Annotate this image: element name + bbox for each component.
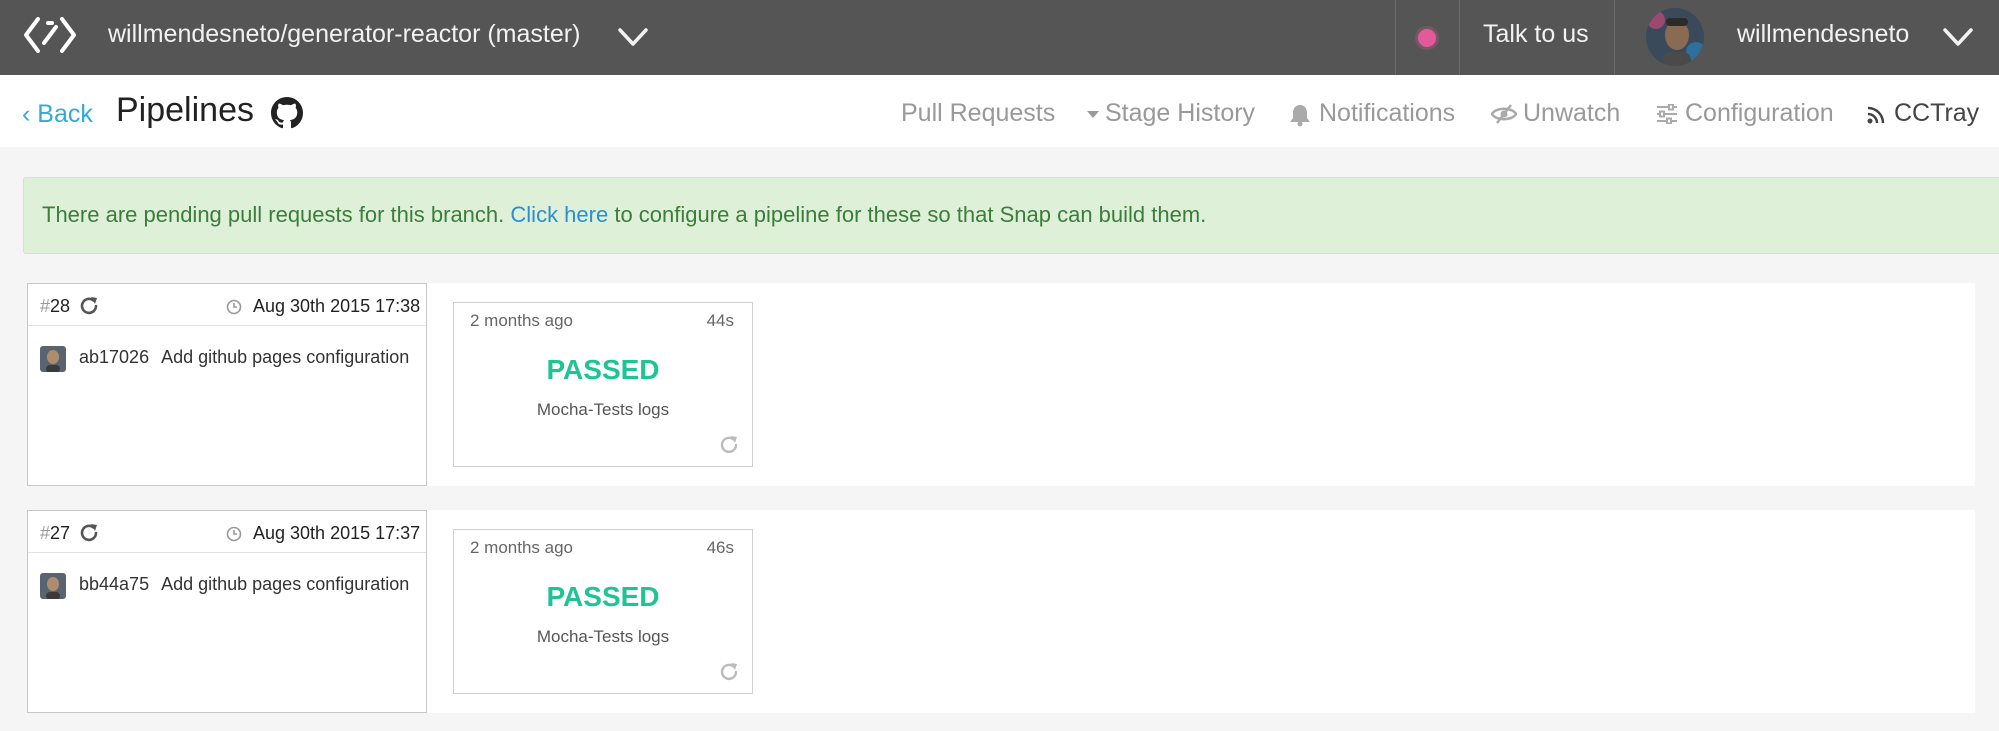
banner-message: There are pending pull requests for this… xyxy=(42,202,1206,228)
sub-header: ‹ Back Pipelines Pull Requests Stage His… xyxy=(0,75,1999,147)
build-date: Aug 30th 2015 17:37 xyxy=(253,523,421,543)
build-date: Aug 30th 2015 17:38 xyxy=(253,296,421,316)
snap-logo-icon[interactable] xyxy=(22,13,78,57)
commit-info: bb44a75 Add github pages configuration xyxy=(79,574,409,595)
commit-sha[interactable]: bb44a75 xyxy=(79,574,149,594)
build-card[interactable]: #27 Aug 30th 2015 17:37 bb44a75 Add githu… xyxy=(27,510,427,713)
repo-branch-selector[interactable]: willmendesneto/generator-reactor (master… xyxy=(108,20,580,49)
pending-pr-banner: There are pending pull requests for this… xyxy=(23,177,1999,254)
status-indicator-dot xyxy=(1418,29,1436,47)
rerun-stage-icon[interactable] xyxy=(718,661,740,683)
commit-info: ab17026 Add github pages configuration xyxy=(79,347,409,368)
bell-icon xyxy=(1290,105,1310,127)
notifications-link[interactable]: Notifications xyxy=(1319,99,1455,128)
back-link[interactable]: ‹ Back xyxy=(22,100,93,129)
talk-to-us-button[interactable]: Talk to us xyxy=(1483,20,1589,49)
rss-icon xyxy=(1867,106,1885,124)
eye-slash-icon xyxy=(1491,104,1517,124)
topbar-divider xyxy=(1614,0,1615,75)
stage-logs-link[interactable]: Mocha-Tests logs xyxy=(454,627,752,647)
configure-pipeline-link[interactable]: Click here xyxy=(510,202,608,227)
stage-duration: 44s xyxy=(706,311,734,330)
build-card[interactable]: #28 Aug 30th 2015 17:38 ab17026 Add githu… xyxy=(27,283,427,486)
build-number[interactable]: #27 xyxy=(40,523,70,544)
avatar xyxy=(40,573,66,599)
build-number[interactable]: #28 xyxy=(40,296,70,317)
topbar-divider xyxy=(1395,0,1396,75)
chevron-left-icon: ‹ xyxy=(22,100,38,128)
stage-duration: 46s xyxy=(706,538,734,557)
commit-message: Add github pages configuration xyxy=(161,347,410,367)
chevron-down-icon[interactable] xyxy=(1941,24,1975,50)
pipeline-row: #28 Aug 30th 2015 17:38 ab17026 Add githu… xyxy=(27,283,1975,486)
stage-logs-link[interactable]: Mocha-Tests logs xyxy=(454,400,752,420)
stage-card[interactable]: 2 months ago 44s PASSED Mocha-Tests logs xyxy=(453,302,753,467)
build-card-header: #27 Aug 30th 2015 17:37 xyxy=(28,511,426,553)
configuration-link[interactable]: Configuration xyxy=(1685,99,1834,128)
clock-icon xyxy=(226,299,242,315)
avatar[interactable] xyxy=(1646,8,1704,66)
commit-message: Add github pages configuration xyxy=(161,574,410,594)
rerun-stage-icon[interactable] xyxy=(718,434,740,456)
back-label: Back xyxy=(37,100,93,128)
chevron-down-icon[interactable] xyxy=(616,24,650,50)
avatar xyxy=(40,346,66,372)
pull-requests-link[interactable]: Pull Requests xyxy=(901,99,1055,128)
username-label[interactable]: willmendesneto xyxy=(1737,20,1909,49)
stage-card[interactable]: 2 months ago 46s PASSED Mocha-Tests logs xyxy=(453,529,753,694)
page-title: Pipelines xyxy=(116,91,254,129)
stage-time-ago: 2 months ago xyxy=(470,311,574,330)
stage-status: PASSED xyxy=(546,581,660,612)
caret-down-icon xyxy=(1087,111,1099,118)
cctray-link[interactable]: CCTray xyxy=(1894,99,1979,128)
stage-status: PASSED xyxy=(546,354,660,385)
rebuild-icon[interactable] xyxy=(78,522,100,544)
rebuild-icon[interactable] xyxy=(78,295,100,317)
banner-text-after: to configure a pipeline for these so tha… xyxy=(614,202,1207,227)
clock-icon xyxy=(226,526,242,542)
unwatch-link[interactable]: Unwatch xyxy=(1523,99,1620,128)
stage-history-link[interactable]: Stage History xyxy=(1105,99,1255,128)
pipeline-row: #27 Aug 30th 2015 17:37 bb44a75 Add githu… xyxy=(27,510,1975,713)
top-bar: willmendesneto/generator-reactor (master… xyxy=(0,0,1999,75)
stage-time-ago: 2 months ago xyxy=(470,538,574,557)
topbar-divider xyxy=(1459,0,1460,75)
commit-sha[interactable]: ab17026 xyxy=(79,347,149,367)
sliders-icon xyxy=(1657,104,1677,124)
banner-text-before: There are pending pull requests for this… xyxy=(42,202,505,227)
github-icon[interactable] xyxy=(271,97,303,129)
build-card-header: #28 Aug 30th 2015 17:38 xyxy=(28,284,426,326)
